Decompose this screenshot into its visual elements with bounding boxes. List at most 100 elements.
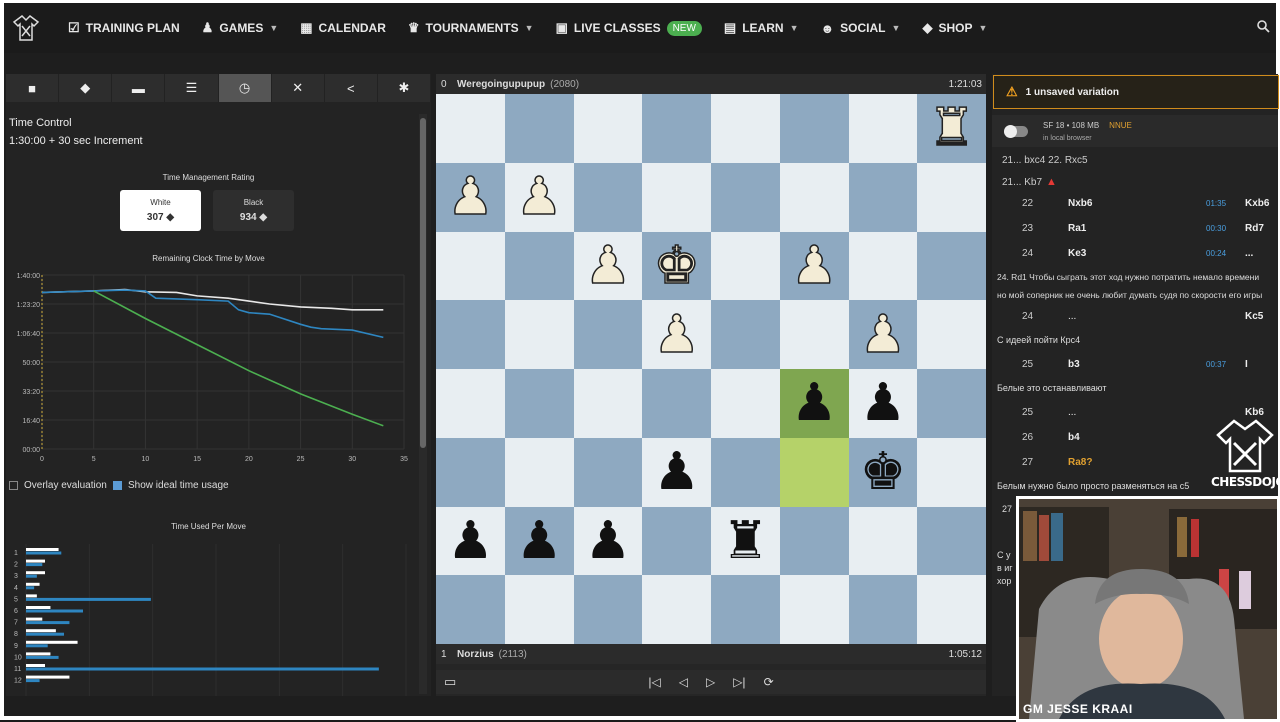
board-square[interactable] bbox=[848, 162, 918, 232]
clipboard-icon[interactable]: ▭ bbox=[444, 674, 456, 690]
board-square[interactable] bbox=[642, 162, 711, 232]
board-square[interactable] bbox=[711, 437, 780, 507]
last-move-icon[interactable]: ▷| bbox=[733, 675, 745, 689]
board-square[interactable] bbox=[573, 162, 643, 232]
black-pawn-piece[interactable]: ♟ bbox=[791, 377, 838, 429]
board-square[interactable]: ♟ bbox=[848, 369, 918, 438]
nav-tournaments[interactable]: ♛ TOURNAMENTS ▼ bbox=[408, 20, 534, 36]
left-scrollbar[interactable] bbox=[419, 114, 427, 694]
board-square[interactable] bbox=[779, 162, 849, 232]
board-square[interactable] bbox=[642, 506, 711, 576]
overlay-evaluation-toggle[interactable]: Overlay evaluation bbox=[9, 480, 107, 491]
tools-icon[interactable]: ✕ bbox=[272, 74, 325, 102]
search-icon[interactable] bbox=[1257, 20, 1270, 36]
prev-move-icon[interactable]: ◁ bbox=[679, 675, 688, 689]
board-square[interactable] bbox=[711, 575, 780, 644]
board-square[interactable]: ♟ bbox=[642, 437, 711, 507]
board-square[interactable] bbox=[917, 162, 986, 232]
board-square[interactable] bbox=[436, 437, 505, 507]
board-square[interactable] bbox=[711, 94, 780, 163]
board-square[interactable]: ♟ bbox=[504, 506, 574, 576]
variation-line[interactable]: 21... bxc4 22. Rxc5 bbox=[1002, 155, 1088, 166]
white-pawn-piece[interactable]: ♟ bbox=[790, 239, 838, 293]
board-square[interactable] bbox=[711, 300, 780, 369]
board-square[interactable] bbox=[573, 369, 643, 438]
board-square[interactable]: ♜ bbox=[711, 506, 780, 576]
board-square[interactable]: ♟ bbox=[573, 231, 643, 301]
nav-live-classes[interactable]: ▣ LIVE CLASSES NEW bbox=[556, 20, 702, 36]
ideal-checkbox[interactable] bbox=[113, 481, 122, 490]
board-square[interactable] bbox=[711, 369, 780, 438]
board-square[interactable]: ♟ bbox=[642, 300, 711, 369]
black-pawn-piece[interactable]: ♟ bbox=[860, 377, 907, 429]
board-square[interactable] bbox=[642, 575, 711, 644]
black-pawn-piece[interactable]: ♟ bbox=[516, 515, 563, 567]
board-square[interactable] bbox=[504, 369, 574, 438]
player-name[interactable]: Weregoingupupup bbox=[457, 79, 545, 90]
board-square[interactable] bbox=[917, 300, 986, 369]
black-pawn-piece[interactable]: ♟ bbox=[653, 446, 700, 498]
move-row[interactable]: 24... Kc5 bbox=[992, 304, 1278, 328]
board-square[interactable] bbox=[436, 231, 505, 301]
player-name[interactable]: Norzius bbox=[457, 649, 494, 660]
board-square[interactable] bbox=[848, 506, 918, 576]
tag-icon[interactable]: ◆ bbox=[59, 74, 113, 102]
board-square[interactable]: ♟ bbox=[848, 300, 918, 369]
engine-toggle[interactable] bbox=[1004, 125, 1028, 138]
nav-training-plan[interactable]: ☑ TRAINING PLAN bbox=[68, 20, 180, 36]
white-pawn-piece[interactable]: ♟ bbox=[653, 308, 701, 362]
board-square[interactable] bbox=[642, 369, 711, 438]
board-square[interactable] bbox=[504, 94, 574, 163]
board-square[interactable] bbox=[642, 94, 711, 163]
board-square[interactable] bbox=[436, 369, 505, 438]
move-row[interactable]: 25 b3 00:37 I bbox=[992, 352, 1278, 376]
board-square[interactable] bbox=[848, 231, 918, 301]
board-square[interactable] bbox=[436, 94, 505, 163]
board-square[interactable]: ♟ bbox=[436, 506, 505, 576]
board-square[interactable] bbox=[779, 575, 849, 644]
board-square[interactable] bbox=[711, 231, 780, 301]
board-square[interactable]: ♚ bbox=[848, 437, 918, 507]
folder-icon[interactable]: ■ bbox=[6, 74, 60, 102]
nav-social[interactable]: ☻ SOCIAL ▼ bbox=[820, 21, 900, 36]
board-square[interactable] bbox=[917, 369, 986, 438]
unsaved-variation-banner[interactable]: ⚠ 1 unsaved variation bbox=[993, 75, 1279, 109]
move-row[interactable]: 23 Ra1 00:30 Rd7 bbox=[992, 216, 1278, 240]
board-square[interactable]: ♟ bbox=[779, 369, 849, 438]
board-square[interactable] bbox=[917, 231, 986, 301]
board-square[interactable]: ♟ bbox=[779, 231, 849, 301]
board-square[interactable] bbox=[779, 437, 849, 507]
board-square[interactable] bbox=[573, 300, 643, 369]
board-square[interactable]: ♟ bbox=[436, 162, 505, 232]
overlay-checkbox[interactable] bbox=[9, 481, 18, 490]
first-move-icon[interactable]: |◁ bbox=[648, 675, 660, 689]
board-square[interactable] bbox=[573, 575, 643, 644]
next-move-icon[interactable]: ▷ bbox=[706, 675, 715, 689]
nav-learn[interactable]: ▤ LEARN ▼ bbox=[724, 20, 799, 36]
nav-games[interactable]: ♟ GAMES ▼ bbox=[202, 20, 279, 36]
variation-line[interactable]: 21... Kb7 ▲ bbox=[1002, 176, 1057, 188]
move-row[interactable]: 22 Nxb6 01:35 Kxb6 bbox=[992, 191, 1278, 215]
move-row[interactable]: 24 Ke3 00:24... bbox=[992, 241, 1278, 265]
board-square[interactable] bbox=[779, 94, 849, 163]
board-square[interactable] bbox=[917, 506, 986, 576]
board-square[interactable] bbox=[779, 506, 849, 576]
board-square[interactable]: ♜ bbox=[917, 94, 986, 163]
board-square[interactable] bbox=[711, 162, 780, 232]
white-pawn-piece[interactable]: ♟ bbox=[584, 239, 632, 293]
board-square[interactable] bbox=[504, 437, 574, 507]
chessdojo-logo[interactable] bbox=[6, 8, 46, 48]
board-square[interactable]: ♟ bbox=[504, 162, 574, 232]
white-king-piece[interactable]: ♚ bbox=[653, 239, 701, 293]
white-pawn-piece[interactable]: ♟ bbox=[515, 170, 563, 224]
board-square[interactable] bbox=[504, 300, 574, 369]
board-square[interactable] bbox=[917, 437, 986, 507]
board-square[interactable] bbox=[504, 575, 574, 644]
board-square[interactable] bbox=[848, 94, 918, 163]
black-pawn-piece[interactable]: ♟ bbox=[447, 515, 494, 567]
clock-icon[interactable]: ◷ bbox=[218, 74, 272, 102]
black-rook-piece[interactable]: ♜ bbox=[722, 515, 769, 567]
ideal-time-toggle[interactable]: Show ideal time usage bbox=[113, 480, 229, 491]
chessboard[interactable]: ♜ ♟ ♟ ♟ ♚ ♟ ♟ ♟ ♟ ♟ ♟ ♚ ♟ ♟ ♟ ♜ bbox=[436, 94, 986, 644]
scroll-thumb[interactable] bbox=[420, 118, 426, 448]
